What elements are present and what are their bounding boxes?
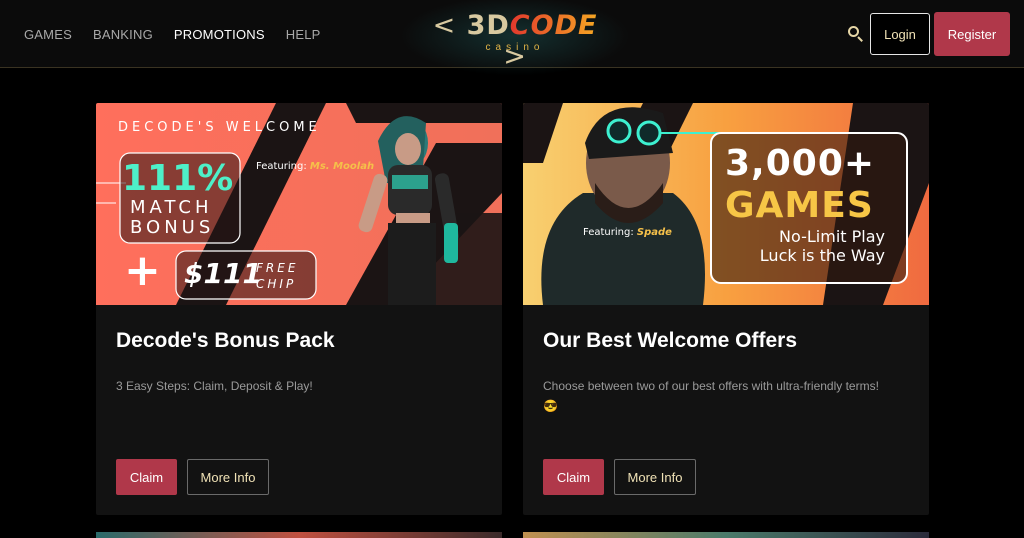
banner-plus: + [124, 245, 161, 296]
featuring-prefix: Featuring: [583, 227, 634, 238]
promo-title: Decode's Bonus Pack [116, 329, 335, 352]
banner-line-2: Luck is the Way [759, 246, 885, 265]
featuring-prefix: Featuring: [256, 161, 307, 172]
banner-games-word: GAMES [725, 185, 874, 226]
promo-description: 3 Easy Steps: Claim, Deposit & Play! [116, 379, 313, 393]
register-button[interactable]: Register [934, 12, 1010, 56]
nav-games[interactable]: GAMES [24, 27, 72, 42]
featuring-name: Spade [636, 227, 672, 238]
promo-description: Choose between two of our best offers wi… [543, 376, 913, 416]
promo-card: DECODE'S WELCOME 111% MATCH BONUS Featur… [96, 103, 502, 515]
featuring-name: Ms. Moolah [309, 161, 375, 172]
banner-chip-free: FREE [256, 261, 299, 275]
banner-percent: 111% [122, 158, 234, 199]
banner-featuring: Featuring: Ms. Moolah [256, 161, 374, 172]
more-info-button[interactable]: More Info [187, 459, 269, 495]
nav-promotions[interactable]: PROMOTIONS [174, 27, 265, 42]
login-button[interactable]: Login [870, 13, 930, 55]
nav-help[interactable]: HELP [286, 27, 321, 42]
search-icon[interactable] [847, 25, 865, 43]
banner-bonus: BONUS [130, 217, 215, 238]
claim-button[interactable]: Claim [116, 459, 177, 495]
banner-match: MATCH [130, 197, 213, 218]
logo-subtitle: casino [485, 42, 545, 53]
next-promo-card-edge [96, 532, 502, 538]
nav-banking[interactable]: BANKING [93, 27, 153, 42]
banner-line-1: No-Limit Play [779, 227, 885, 246]
promo-card: 3,000+ GAMES No-Limit Play Luck is the W… [523, 103, 929, 515]
claim-button[interactable]: Claim [543, 459, 604, 495]
sunglasses-emoji-icon: 😎 [543, 399, 558, 413]
logo-left-bracket: < [432, 10, 457, 41]
main-nav: GAMES BANKING PROMOTIONS HELP [24, 0, 321, 68]
banner-featuring: Featuring: Spade [583, 227, 672, 238]
banner-chip-word: CHIP [256, 277, 297, 291]
banner-chip-amount: $111 [184, 257, 262, 290]
site-logo[interactable]: < 3DCODE > casino [400, 0, 630, 76]
logo-word: CODE [509, 10, 598, 41]
site-header: GAMES BANKING PROMOTIONS HELP < 3DCODE >… [0, 0, 1024, 76]
logo-number: 3D [466, 10, 510, 41]
more-info-button[interactable]: More Info [614, 459, 696, 495]
promo-title: Our Best Welcome Offers [543, 329, 798, 352]
promo-banner-image[interactable]: 3,000+ GAMES No-Limit Play Luck is the W… [523, 103, 929, 305]
promo-banner-image[interactable]: DECODE'S WELCOME 111% MATCH BONUS Featur… [96, 103, 502, 305]
promo-description-text: Choose between two of our best offers wi… [543, 379, 879, 393]
banner-games-count: 3,000+ [725, 143, 876, 184]
logo-wordmark: < 3DCODE > [420, 10, 610, 72]
banner-heading: DECODE'S WELCOME [118, 120, 321, 135]
next-promo-card-edge [523, 532, 929, 538]
